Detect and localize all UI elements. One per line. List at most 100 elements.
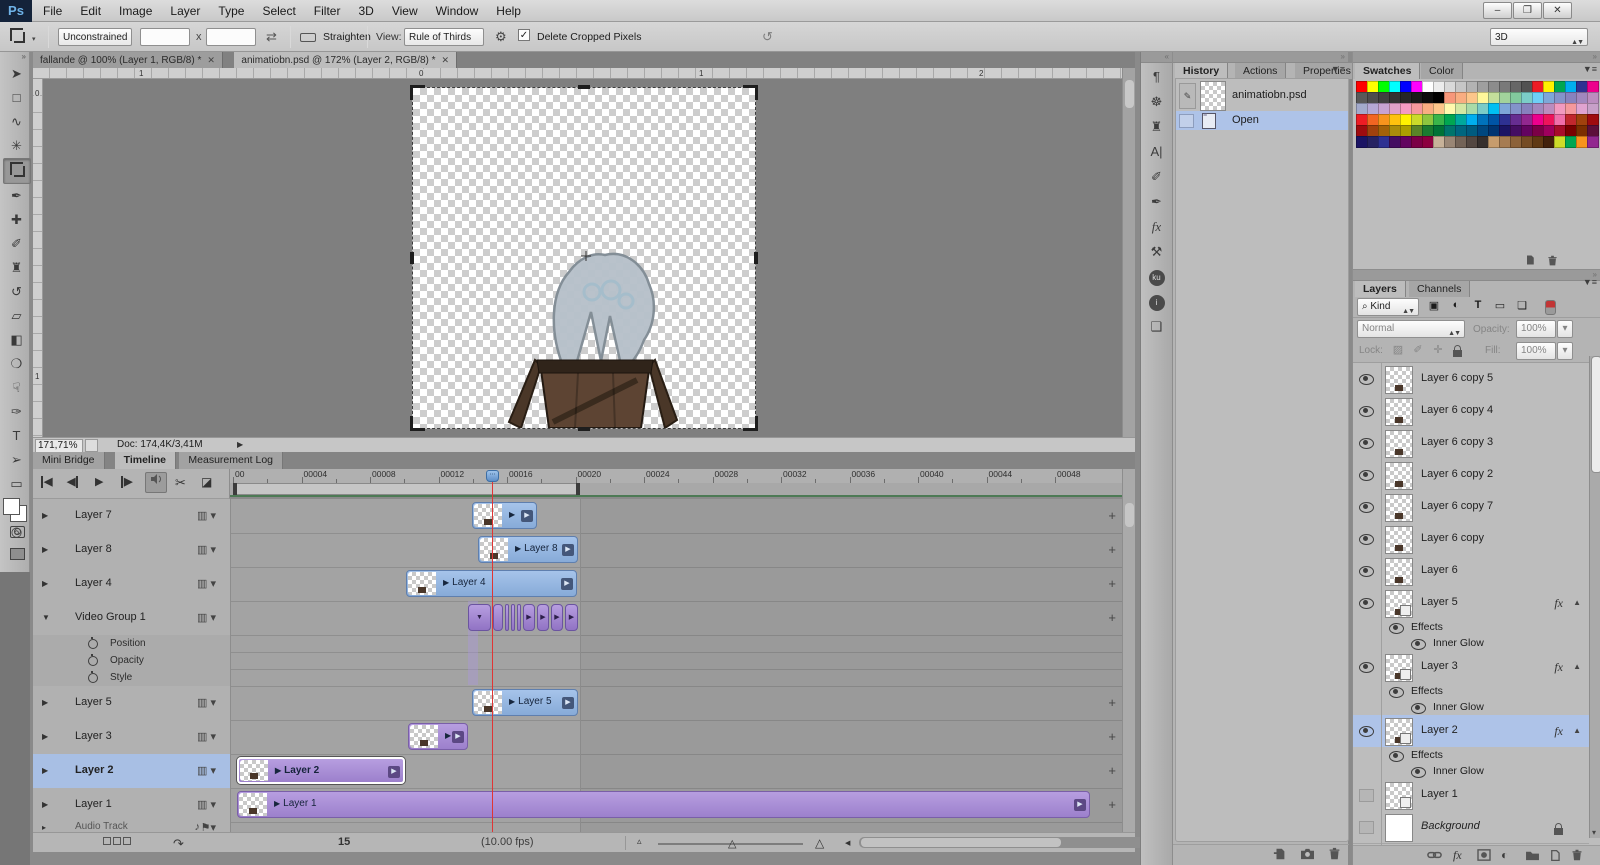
collapse-dock-icon[interactable]: » [1173,52,1348,63]
first-frame-button[interactable]: ◀ [41,475,52,488]
marquee-tool[interactable]: □ [4,86,30,110]
track-filter-icon[interactable]: ▥ ▾ [197,611,216,624]
track-header[interactable]: ▸Audio Track♪⚑▾ [33,822,231,832]
expand-icon[interactable]: ▶ [42,766,48,775]
clip-layer-8[interactable]: ▶Layer 8▶ [478,536,578,563]
layer-row-layer-1[interactable]: Layer 1 [1353,779,1589,812]
minimize-button[interactable]: – [1483,2,1512,19]
expand-icon[interactable]: ▶ [42,732,48,741]
kuler-panel-icon[interactable]: ku [1145,265,1169,288]
document-tab-0[interactable]: fallande @ 100% (Layer 1, RGB/8) *✕ [33,52,223,68]
crop-handle-tr[interactable] [743,85,758,100]
quick-mask-icon[interactable] [4,522,30,546]
visibility-toggle[interactable] [1359,405,1374,417]
menu-type[interactable]: Type [209,0,253,22]
crop-options-gear-icon[interactable]: ⚙ [495,28,507,46]
overlay-select[interactable]: Rule of Thirds ▲▼ [404,28,484,46]
swap-dimensions-icon[interactable]: ⇄ [266,28,277,46]
layer-row-layer-5[interactable]: Layer 5fx▲ [1353,587,1589,620]
layer-comps-panel-icon[interactable]: fx [1145,215,1169,238]
visibility-toggle[interactable] [1359,565,1374,577]
scroll-down-icon[interactable]: ▾ [1592,828,1596,837]
filter-shape-icon[interactable]: ▭ [1491,299,1509,313]
collapse-effects-icon[interactable]: ▲ [1573,726,1581,735]
layer-thumbnail[interactable] [1385,526,1413,554]
track-header[interactable]: Opacity [33,652,231,669]
layer-thumbnail[interactable] [1385,590,1413,618]
crop-handle-bottom[interactable] [578,427,590,431]
track-filter-icon[interactable]: ▥ ▾ [197,764,216,777]
visibility-toggle[interactable] [1359,437,1374,449]
history-brush-source[interactable]: ✎ [1179,83,1196,109]
panel-menu-icon[interactable]: ▼≡ [1331,64,1345,74]
visibility-toggle[interactable] [1359,725,1374,737]
new-snapshot-icon[interactable] [1300,847,1315,860]
fill-value[interactable]: 100% [1516,342,1556,360]
playhead-line[interactable] [492,482,493,832]
move-tool[interactable]: ➤ [4,62,30,86]
menu-select[interactable]: Select [253,0,304,22]
layer-thumbnail[interactable] [1385,654,1413,682]
paragraph-panel-icon[interactable]: ¶ [1145,65,1169,88]
ruler-horizontal[interactable]: 1012 [33,68,1122,79]
info-panel-icon[interactable]: i [1145,290,1169,313]
track-filter-icon[interactable]: ▥ ▾ [197,696,216,709]
timeline-ruler[interactable]: 0000004000080001200016000200002400028000… [230,469,1135,483]
canvas-vertical-scrollbar[interactable] [1122,68,1135,437]
collapse-effects-icon[interactable]: ▲ [1573,662,1581,671]
clip-properties-icon[interactable]: ▶ [1074,799,1086,811]
scrollbar-thumb[interactable] [1125,503,1134,527]
filter-pixel-icon[interactable]: ▣ [1425,299,1443,313]
group-clip-segment[interactable]: ▶ [565,604,578,631]
clip-properties-icon[interactable]: ▶ [562,544,574,556]
layer-thumbnail[interactable] [1385,782,1413,810]
lock-transparent-icon[interactable]: ▨ [1389,343,1407,357]
layers-tab-channels[interactable]: Channels [1409,281,1470,297]
opacity-arrow-icon[interactable]: ▾ [1557,320,1573,338]
visibility-toggle[interactable] [1359,597,1374,609]
timeline-tab-measurement-log[interactable]: Measurement Log [179,452,283,469]
audio-icon[interactable]: ♪ [195,821,201,833]
swatch-5-21[interactable] [1587,136,1599,148]
clip-properties-icon[interactable]: ▶ [562,697,574,709]
new-group-icon[interactable] [1525,849,1540,861]
track-header[interactable]: ▶Layer 1▥ ▾ [33,788,231,822]
close-tab-icon[interactable]: ✕ [442,55,450,65]
restore-button[interactable]: ❐ [1513,2,1542,19]
adjustment-layer-icon[interactable]: ◐ [1501,848,1508,862]
scrollbar-thumb[interactable] [1591,356,1600,473]
clip-layer-7[interactable]: ▶▶ [472,502,537,529]
track-header[interactable]: ▼Video Group 1▥ ▾ [33,601,231,635]
clip-properties-icon[interactable]: ▶ [452,731,464,743]
timeline-tab-timeline[interactable]: Timeline [115,452,176,469]
delete-swatch-icon[interactable] [1547,254,1558,266]
new-swatch-icon[interactable] [1524,254,1536,266]
menu-3d[interactable]: 3D [349,0,382,22]
expand-icon[interactable]: ▼ [42,613,50,622]
clip-layer-1[interactable]: ▶Layer 1▶ [237,791,1090,818]
track-header[interactable]: Position [33,635,231,652]
layer-thumbnail[interactable] [1385,462,1413,490]
track-header[interactable]: ▶Layer 7▥ ▾ [33,499,231,533]
visibility-toggle[interactable] [1389,750,1404,762]
track-filter-icon[interactable]: ▥ ▾ [197,543,216,556]
playhead-head[interactable]: ⋯ [486,470,499,482]
filter-toggle[interactable] [1545,300,1556,315]
expand-dock-icon[interactable]: « [1141,52,1172,63]
layers-scrollbar[interactable]: ▾ [1589,356,1600,838]
history-brush-tool[interactable]: ↺ [4,280,30,304]
character-panel-icon[interactable]: A| [1145,140,1169,163]
canvas[interactable] [413,88,755,428]
stopwatch-icon[interactable] [88,656,98,666]
track-filter-icon[interactable]: ▥ ▾ [197,577,216,590]
layers-tab-layers[interactable]: Layers [1355,281,1406,297]
straighten-label[interactable]: Straighten [323,28,371,46]
history-tab-properties[interactable]: Properties [1295,63,1360,79]
scrollbar-thumb[interactable] [1125,80,1134,108]
collapse-toolbar-icon[interactable]: » [0,52,29,62]
magic-wand-tool[interactable]: ✳ [4,134,30,158]
track-filter-icon[interactable]: ▥ ▾ [197,730,216,743]
collapse-dock-icon[interactable]: » [1353,52,1600,63]
visibility-toggle[interactable] [1389,622,1404,634]
flag-menu-icon[interactable]: ⚑▾ [201,821,216,833]
